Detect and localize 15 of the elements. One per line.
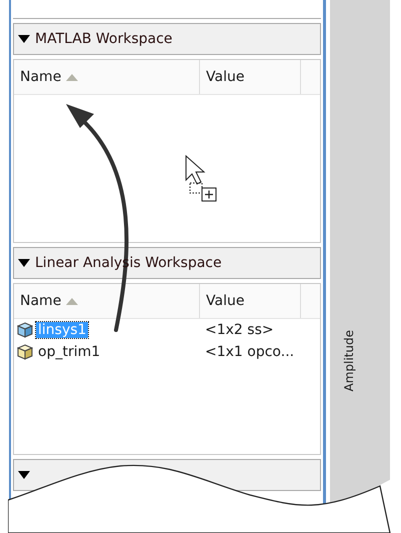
drag-cursor-icon — [186, 154, 216, 202]
expand-triangle-icon — [18, 35, 30, 43]
variable-value: <1x1 opco... — [204, 344, 294, 360]
column-header[interactable]: Value — [200, 284, 301, 318]
section-header[interactable]: MATLAB Workspace — [13, 23, 321, 55]
column-header[interactable]: Name — [14, 284, 200, 318]
cube-icon — [17, 322, 33, 338]
variable-name[interactable]: op_trim1 — [36, 344, 102, 360]
cube-icon — [17, 344, 33, 360]
axis-label: Amplitude — [342, 330, 356, 392]
column-header[interactable]: Name — [14, 60, 200, 94]
expand-triangle-icon — [18, 259, 30, 267]
expand-triangle-icon — [18, 471, 30, 479]
variable-value: <1x2 ss> — [204, 322, 274, 338]
column-header[interactable]: Value — [200, 60, 301, 94]
